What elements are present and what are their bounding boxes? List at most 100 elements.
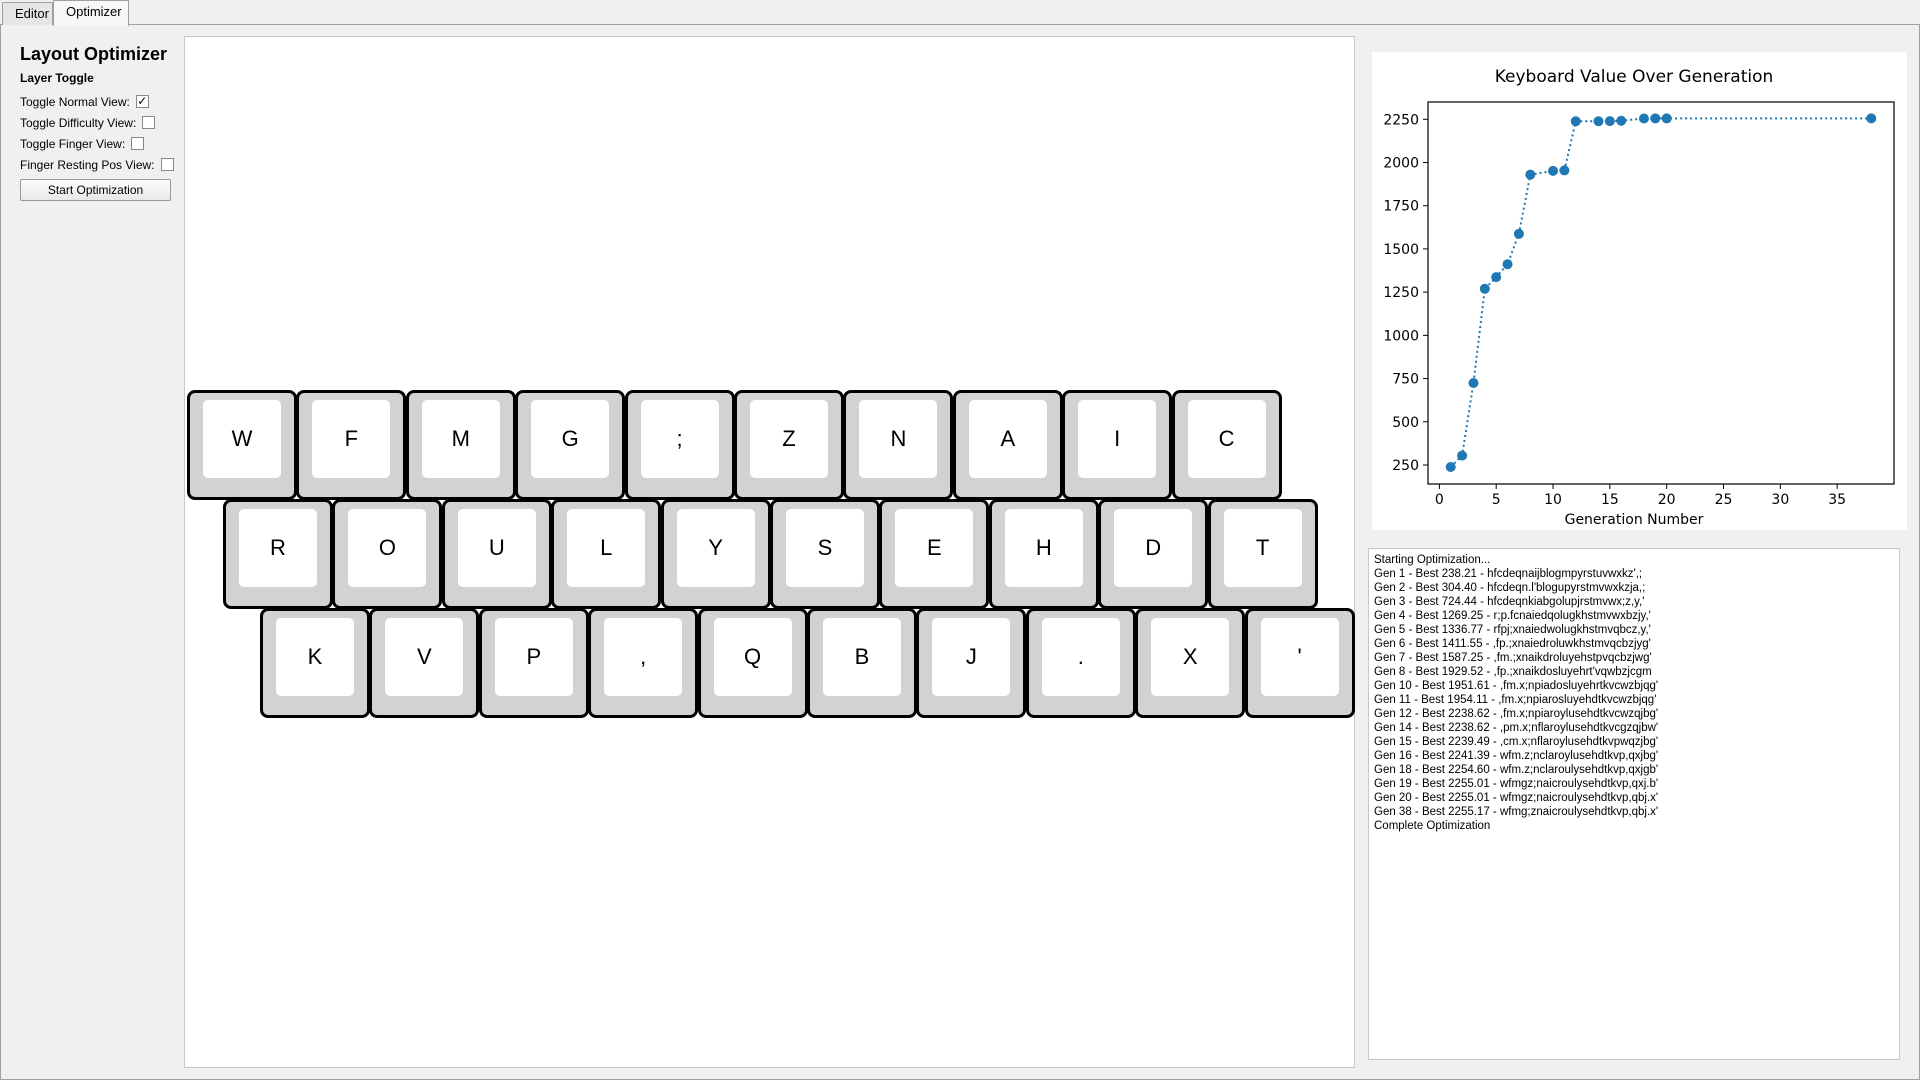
key-label: . — [1041, 618, 1120, 696]
data-point — [1559, 165, 1570, 176]
log-line: Gen 19 - Best 2255.01 - wfmgz;naicroulys… — [1374, 778, 1659, 790]
key-label: R — [239, 509, 317, 587]
difficulty-view-checkbox[interactable] — [142, 116, 156, 129]
tab-bar: Editor Optimizer — [0, 0, 1920, 26]
log-line: Gen 11 - Best 1954.11 - ,fm.x;npiarosluy… — [1374, 694, 1657, 706]
key-label: N — [859, 400, 938, 478]
data-point — [1570, 116, 1581, 127]
log-line: Gen 16 - Best 2241.39 - wfm.z;nclaroylus… — [1374, 750, 1659, 762]
x-tick-label: 30 — [1771, 492, 1789, 508]
key[interactable]: J — [916, 608, 1027, 718]
key-label: B — [823, 618, 901, 696]
key-label: V — [385, 618, 464, 696]
key[interactable]: B — [807, 608, 917, 718]
y-tick-label: 2000 — [1383, 155, 1419, 171]
key[interactable]: Z — [734, 390, 844, 500]
data-point — [1638, 113, 1649, 124]
key-label: W — [203, 400, 281, 478]
key-label: A — [968, 400, 1047, 478]
normal-view-checkbox[interactable]: ✓ — [135, 95, 149, 108]
key[interactable]: G — [515, 390, 626, 500]
data-point — [1525, 169, 1536, 180]
data-point — [1650, 113, 1661, 124]
key[interactable]: F — [296, 390, 407, 500]
key[interactable]: R — [223, 499, 333, 609]
data-point — [1468, 377, 1479, 388]
key[interactable]: I — [1062, 390, 1173, 500]
log-line: Gen 12 - Best 2238.62 - ,fm.x;npiaroylus… — [1374, 708, 1659, 720]
x-tick-label: 35 — [1828, 492, 1846, 508]
series-line — [1450, 117, 1872, 468]
key-label: U — [457, 509, 536, 587]
key[interactable]: S — [770, 499, 880, 609]
data-point — [1445, 462, 1456, 473]
tab-optimizer[interactable]: Optimizer — [53, 0, 129, 26]
key-label: E — [895, 509, 974, 587]
key[interactable]: Y — [660, 499, 771, 609]
tab-editor[interactable]: Editor — [2, 2, 53, 25]
y-tick-label: 1500 — [1383, 242, 1419, 258]
key[interactable]: A — [952, 390, 1063, 500]
key[interactable]: D — [1098, 499, 1209, 609]
key[interactable]: X — [1135, 608, 1246, 718]
key[interactable]: M — [405, 390, 516, 500]
log-line: Gen 6 - Best 1411.55 - ,fp.;xnaiedroluwk… — [1374, 638, 1651, 650]
key[interactable]: H — [988, 499, 1099, 609]
start-optimization-button[interactable]: Start Optimization — [20, 179, 171, 201]
key-label: ' — [1260, 618, 1339, 696]
data-point — [1513, 228, 1524, 239]
key[interactable]: E — [879, 499, 990, 609]
key-label: G — [531, 400, 610, 478]
key[interactable]: U — [441, 499, 552, 609]
key[interactable]: N — [843, 390, 954, 500]
key[interactable]: P — [478, 608, 589, 718]
log-line: Gen 7 - Best 1587.25 - ,fm.;xnaikdroluye… — [1374, 652, 1652, 664]
key-label: Z — [750, 400, 828, 478]
log-line: Gen 14 - Best 2238.62 - ,pm.x;nflaroylus… — [1374, 722, 1659, 734]
data-point — [1604, 116, 1615, 127]
data-point — [1491, 272, 1502, 283]
key-label: , — [604, 618, 683, 696]
key-label: Q — [713, 618, 792, 696]
toggle-difficulty-view: Toggle Difficulty View: — [20, 112, 180, 133]
log-line: Gen 1 - Best 238.21 - hfcdeqnaijblogmpyr… — [1374, 568, 1643, 580]
key-label: S — [786, 509, 864, 587]
key-label: F — [312, 400, 391, 478]
log-line: Complete Optimization — [1374, 820, 1491, 832]
x-tick-label: 25 — [1715, 492, 1733, 508]
key[interactable]: ; — [624, 390, 735, 500]
key[interactable]: C — [1171, 390, 1282, 500]
data-point — [1616, 115, 1627, 126]
keyboard-canvas[interactable]: W F M G; Z N A I C R O U L Y S E H D T K V P, Q B J. X ' — [184, 36, 1355, 1068]
finger-view-checkbox[interactable] — [131, 137, 145, 150]
key[interactable]: , — [588, 608, 699, 718]
key[interactable]: ' — [1244, 608, 1355, 718]
key[interactable]: Q — [697, 608, 808, 718]
key[interactable]: W — [187, 390, 297, 500]
key[interactable]: T — [1207, 499, 1318, 609]
x-tick-label: 20 — [1658, 492, 1676, 508]
log-line: Gen 8 - Best 1929.52 - ,fp.;xnaikdosluye… — [1374, 666, 1652, 678]
x-tick-label: 0 — [1435, 492, 1444, 508]
toggle-normal-view: Toggle Normal View: ✓ — [20, 91, 180, 112]
log-line: Gen 10 - Best 1951.61 - ,fm.x;npiadosluy… — [1374, 680, 1659, 692]
key[interactable]: . — [1025, 608, 1136, 718]
log-line: Gen 4 - Best 1269.25 - r;p.fcnaiedqolugk… — [1374, 610, 1651, 622]
key-label: O — [348, 509, 427, 587]
key-label: I — [1078, 400, 1157, 478]
y-tick-label: 1750 — [1383, 199, 1419, 215]
y-tick-label: 1000 — [1383, 328, 1419, 344]
key-label: J — [932, 618, 1011, 696]
key[interactable]: K — [260, 608, 370, 718]
y-tick-label: 250 — [1392, 458, 1419, 474]
y-tick-label: 500 — [1392, 415, 1419, 431]
finger-resting-view-checkbox[interactable] — [160, 158, 174, 171]
key[interactable]: L — [551, 499, 662, 609]
key-label: H — [1004, 509, 1083, 587]
y-tick-label: 750 — [1392, 372, 1419, 388]
key[interactable]: O — [332, 499, 443, 609]
key-label: Y — [676, 509, 755, 587]
key-label: P — [494, 618, 573, 696]
x-tick-label: 5 — [1492, 492, 1501, 508]
key[interactable]: V — [369, 608, 480, 718]
